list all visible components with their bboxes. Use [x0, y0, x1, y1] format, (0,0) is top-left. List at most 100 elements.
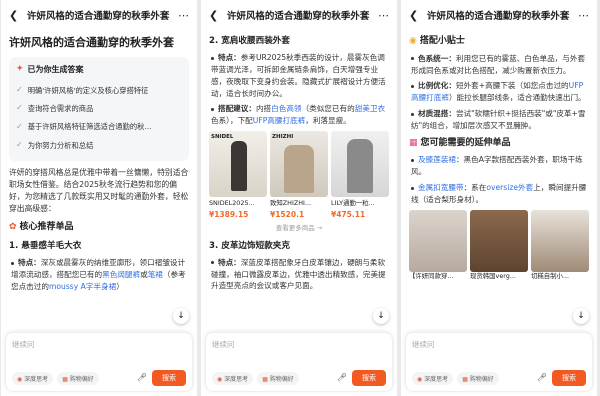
deep-think-chip[interactable]: ◉ 深度思考 — [212, 372, 254, 385]
product-image — [409, 209, 467, 272]
item-heading: 2. 宽肩收腰西装外套 — [209, 36, 290, 46]
page-title: 许妍风格的适合通勤穿的秋季外套 — [426, 11, 570, 22]
chevron-left-icon[interactable]: ❮ — [9, 10, 18, 21]
input-bar[interactable]: 继续问 ◉ 深度思考 ▦ 购物偏好 🎤︎ 搜索 — [5, 332, 193, 392]
section-heading: ✿ 核心推荐单品 — [9, 221, 189, 235]
shopping-bag-icon: ▦ — [409, 137, 418, 148]
tip-bullet: 比例优化：短外套+高腰下装（如您点击过的UFP高腰打底裤）能拉长腿部线条，适合通… — [411, 81, 586, 103]
more-dots-icon[interactable]: ⋯ — [578, 10, 589, 21]
answer-content: 许妍风格的适合通勤穿的秋季外套 ✦ 已为你生成答案 ✓ 明确'许妍风格'的定义及核… — [1, 30, 197, 330]
question-input[interactable]: 继续问 — [212, 339, 386, 350]
bag-icon: ▦ — [462, 376, 468, 383]
shopping-pref-chip[interactable]: ▦ 购物偏好 — [57, 372, 99, 385]
styling-bullet: 搭配建议：内搭白色高领（类似您已有的甜美卫衣色系），下配UFP高腰打底裤，利落显… — [211, 104, 386, 126]
price: ¥1389.15 — [209, 209, 249, 219]
deep-think-chip[interactable]: ◉ 深度思考 — [12, 372, 54, 385]
product-link[interactable]: moussy A字半身裙 — [49, 282, 116, 291]
send-button[interactable]: 搜索 — [152, 370, 186, 386]
tip-bullet: 色系统一：利用您已有的雾蓝、白色单品，与外套形成同色系或对比色搭配，减少购置新衣… — [411, 53, 586, 75]
question-input[interactable]: 继续问 — [412, 339, 586, 350]
generation-steps[interactable]: ✦ 已为你生成答案 ✓ 明确'许妍风格'的定义及核心穿搭特征 ✓ 查询符合需求的商品… — [9, 57, 189, 161]
product-card[interactable]: 【许妍同款穿... — [409, 209, 467, 282]
extend-bullet: 金属扣宽腰带：系在oversize外套上，瞬间提升腰线（适合梨形身材）。 — [411, 183, 587, 204]
intro-paragraph: 许妍的穿搭风格总是优雅中带着一丝慵懒，特别适合职场女性借鉴。结合2025秋冬流行… — [9, 167, 189, 213]
item-heading: 1. 悬垂感羊毛大衣 — [9, 240, 82, 251]
arrow-down-icon[interactable]: ↓ — [373, 308, 389, 324]
mic-icon[interactable]: 🎤︎ — [137, 373, 147, 382]
send-button[interactable]: 搜索 — [552, 370, 586, 386]
product-card[interactable]: 切糕自制小... — [531, 209, 589, 282]
product-link[interactable]: 笔裙 — [148, 270, 163, 279]
check-icon: ✓ — [16, 121, 23, 131]
product-card[interactable]: SNIDEL SNIDEL2025... ¥1389.15 — [209, 130, 267, 221]
arrow-down-icon[interactable]: ↓ — [573, 308, 589, 324]
bag-icon: ▦ — [262, 376, 268, 383]
more-dots-icon[interactable]: ⋯ — [178, 10, 189, 21]
product-card[interactable]: LILY通勤一粒... ¥475.11 — [331, 130, 389, 221]
check-icon: ✓ — [16, 140, 23, 150]
feature-bullet: 特点：深蓝皮革搭配象牙白皮革镶边，硬朗与柔软碰撞，袖口微露皮革边，优雅中透出精致… — [211, 257, 386, 291]
answer-content: ◉ 搭配小贴士 色系统一：利用您已有的雾蓝、白色单品，与外套形成同色系或对比色搭配… — [401, 30, 597, 330]
extend-carousel: 【许妍同款穿... 现货韩国verg... 切糕自制小... — [409, 209, 589, 282]
lightbulb-icon: ◉ — [409, 36, 417, 46]
product-link[interactable]: UFP高腰打底裤 — [253, 116, 305, 125]
question-input[interactable]: 继续问 — [12, 339, 186, 350]
deep-think-chip[interactable]: ◉ 深度思考 — [412, 372, 454, 385]
product-card[interactable]: ZHIZHI 致知ZHIZHI... ¥1520.1 — [270, 130, 328, 221]
price: ¥1520.1 — [270, 209, 305, 219]
product-link[interactable]: 金属扣宽腰带 — [418, 183, 464, 192]
section-heading: ◉ 搭配小贴士 — [409, 35, 589, 49]
price: ¥475.11 — [331, 209, 366, 219]
item-heading: 3. 皮革边饰短款夹克 — [209, 240, 290, 251]
product-carousel: SNIDEL SNIDEL2025... ¥1389.15 ZHIZHI 致知Z… — [209, 130, 389, 221]
shopping-pref-chip[interactable]: ▦ 购物偏好 — [457, 372, 499, 385]
sparkle-icon: ✦ — [16, 64, 24, 75]
input-bar[interactable]: 继续问 ◉ 深度思考 ▦ 购物偏好 🎤︎ 搜索 — [405, 332, 593, 392]
chevron-left-icon[interactable]: ❮ — [209, 10, 218, 21]
phone-panel-3: ❮ 许妍风格的适合通勤穿的秋季外套 ⋯ ◉ 搭配小贴士 色系统一：利用您已有的雾蓝… — [401, 0, 597, 396]
fire-icon: ✿ — [9, 221, 17, 232]
product-link[interactable]: 及膝莲装裙 — [418, 155, 456, 164]
extend-bullet: 及膝莲装裙：黑色A字款搭配西装外套，职场干练风。 — [411, 155, 583, 177]
chevron-left-icon[interactable]: ❮ — [409, 10, 418, 21]
product-image: SNIDEL — [209, 130, 267, 197]
arrow-down-icon[interactable]: ↓ — [173, 308, 189, 324]
brain-icon: ◉ — [17, 376, 23, 383]
phone-panel-1: ❮ 许妍风格的适合通勤穿的秋季外套 ⋯ 许妍风格的适合通勤穿的秋季外套 ✦ 已为… — [1, 0, 197, 396]
feature-bullet: 特点：深灰或晨雾灰的纳维亚廓形，领口褶皱设计增添流动感，搭配您已有的黑色阔腿裤或… — [11, 258, 186, 291]
top-bar: ❮ 许妍风格的适合通勤穿的秋季外套 ⋯ — [1, 0, 197, 30]
step-item: ✓ 基于许妍风格特征筛选适合通勤的秋... — [16, 121, 152, 132]
step-item: ✓ 明确'许妍风格'的定义及核心穿搭特征 — [16, 84, 149, 95]
product-link[interactable]: oversize外套 — [486, 183, 533, 192]
brain-icon: ◉ — [217, 376, 223, 383]
send-button[interactable]: 搜索 — [352, 370, 386, 386]
page-title: 许妍风格的适合通勤穿的秋季外套 — [226, 11, 370, 22]
product-image — [470, 209, 528, 272]
page-title: 许妍风格的适合通勤穿的秋季外套 — [26, 11, 170, 22]
top-bar: ❮ 许妍风格的适合通勤穿的秋季外套 ⋯ — [401, 0, 597, 30]
product-link[interactable]: 黑色阔腿裤 — [102, 270, 140, 279]
more-dots-icon[interactable]: ⋯ — [378, 10, 389, 21]
generated-label: 已为你生成答案 — [27, 64, 84, 74]
product-card[interactable]: 现货韩国verg... — [470, 209, 528, 282]
answer-content: 2. 宽肩收腰西装外套 特点：参考UR2025秋季西装的设计，晨雾灰色调带蓝调光… — [201, 30, 397, 330]
question-title: 许妍风格的适合通勤穿的秋季外套 — [9, 36, 174, 49]
step-item: ✓ 查询符合需求的商品 — [16, 103, 94, 113]
input-bar[interactable]: 继续问 ◉ 深度思考 ▦ 购物偏好 🎤︎ 搜索 — [205, 332, 393, 392]
mic-icon[interactable]: 🎤︎ — [537, 373, 547, 382]
check-icon: ✓ — [16, 103, 23, 113]
mic-icon[interactable]: 🎤︎ — [337, 373, 347, 382]
product-link[interactable]: 白色高领 — [271, 104, 301, 113]
product-image — [531, 209, 589, 272]
product-image: ZHIZHI — [270, 130, 328, 197]
shopping-pref-chip[interactable]: ▦ 购物偏好 — [257, 372, 299, 385]
product-link[interactable]: 甜美卫衣 — [355, 104, 385, 113]
more-products-link[interactable]: 查看更多商品 → — [209, 223, 389, 233]
step-item: ✓ 为你努力分析和总结 — [16, 140, 94, 150]
product-image — [331, 130, 389, 197]
brain-icon: ◉ — [417, 376, 423, 383]
feature-bullet: 特点：参考UR2025秋季西装的设计，晨雾灰色调带蓝调光泽，可拆卸金属链条肩饰，… — [211, 53, 386, 98]
tip-bullet: 材质混搭：尝试"软糯针织+挺括西装"或"皮革+雪纺"的组合，增加层次感又不显臃肿… — [411, 109, 586, 130]
check-icon: ✓ — [16, 84, 23, 94]
phone-panel-2: ❮ 许妍风格的适合通勤穿的秋季外套 ⋯ 2. 宽肩收腰西装外套 特点：参考UR2… — [201, 0, 397, 396]
